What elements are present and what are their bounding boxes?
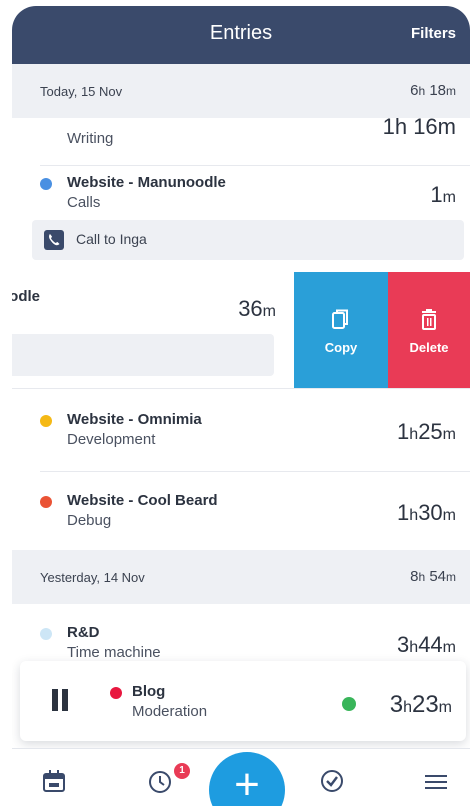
list-item[interactable]: Website - Manunoodle Calls 1m Call to In… — [12, 166, 470, 272]
checkmark-icon[interactable] — [318, 767, 346, 795]
filters-button[interactable]: Filters — [411, 25, 456, 42]
list-item[interactable]: Website - Omnimia Development 1h25m — [12, 388, 470, 472]
timer-subtitle: Moderation — [132, 703, 208, 720]
project-color-dot — [40, 628, 52, 640]
timer-title: Blog — [132, 683, 166, 700]
copy-button[interactable]: Copy — [294, 272, 388, 388]
entry-duration: 36m — [238, 296, 276, 321]
project-color-dot — [40, 178, 52, 190]
delete-button[interactable]: Delete — [388, 272, 470, 388]
entry-title: Website - Cool Beard — [67, 492, 218, 509]
app-screen: Entries Filters Today, 15 Nov 6h 18m Wri… — [12, 6, 470, 806]
entry-subtitle: Debug — [67, 512, 112, 529]
day-total: 8h 54m — [410, 568, 456, 585]
timer-duration: 3h23m — [389, 691, 452, 718]
entry-title: R&D — [67, 624, 100, 641]
entry-subtitle: Calls — [67, 194, 101, 211]
timer-icon[interactable] — [146, 767, 174, 795]
day-header-yesterday: Yesterday, 14 Nov 8h 54m — [12, 550, 470, 604]
note-text: Call to Inga — [76, 231, 147, 247]
running-timer-card[interactable]: Blog Moderation 3h23m — [20, 661, 466, 741]
entry-title: Website - Manunoodle — [67, 174, 226, 191]
phone-icon — [44, 230, 64, 250]
trash-icon — [419, 308, 439, 332]
list-item[interactable]: Writing 1h 16m — [12, 114, 470, 166]
running-status-dot — [342, 697, 356, 711]
entry-duration: 1h25m — [397, 419, 456, 444]
entry-duration: 1m — [430, 182, 456, 207]
entry-subtitle: Time machine — [67, 644, 161, 661]
entry-duration: 1h 16m — [382, 114, 456, 139]
copy-label: Copy — [324, 340, 358, 355]
swiped-entry-content[interactable]: oodle 36m — [12, 272, 284, 388]
copy-icon — [331, 308, 351, 332]
entry-subtitle: Writing — [67, 130, 114, 147]
entry-duration: 3h44m — [397, 632, 456, 657]
entry-title: Website - Omnimia — [67, 411, 202, 428]
entry-note[interactable]: Call to Inga — [32, 220, 464, 260]
day-date: Today, 15 Nov — [40, 84, 123, 99]
calendar-icon[interactable] — [40, 767, 68, 795]
entry-duration: 1h30m — [397, 500, 456, 525]
day-total: 6h 18m — [410, 82, 456, 99]
project-color-dot — [40, 415, 52, 427]
pause-icon[interactable] — [52, 689, 68, 711]
day-date: Yesterday, 14 Nov — [40, 570, 145, 585]
project-color-dot — [110, 687, 122, 699]
page-title: Entries — [209, 22, 273, 44]
swiped-entry-row[interactable]: oodle 36m Copy Delete — [12, 272, 470, 388]
list-item[interactable]: Website - Cool Beard Debug 1h30m — [12, 472, 470, 550]
project-color-dot — [40, 496, 52, 508]
delete-label: Delete — [409, 340, 449, 355]
entry-subtitle: Development — [67, 431, 156, 448]
list-item[interactable]: R&D Time machine 3h44m — [12, 604, 470, 664]
add-entry-button[interactable]: + — [209, 752, 285, 806]
notification-badge: 1 — [174, 763, 190, 779]
top-bar: Entries Filters — [12, 6, 470, 64]
day-header-today: Today, 15 Nov 6h 18m — [12, 64, 470, 118]
entry-note — [12, 334, 274, 376]
add-icon: + — [234, 760, 260, 806]
entry-title: oodle — [12, 288, 40, 305]
menu-icon[interactable] — [422, 767, 450, 795]
